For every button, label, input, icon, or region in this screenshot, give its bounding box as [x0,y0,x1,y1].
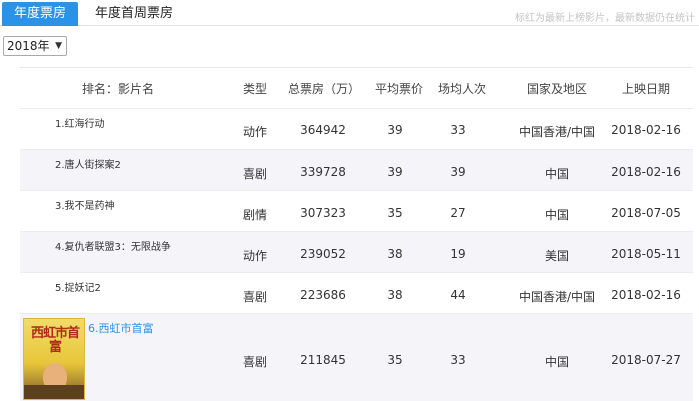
movie-name[interactable]: 2.唐人街探案2 [55,156,121,171]
movie-country: 中国 [544,355,569,369]
movie-release-date: 2018-07-05 [611,206,681,220]
poster-crowd [24,385,84,399]
header-name: 排名：影片名 [81,82,154,96]
tab-bar: 年度票房 年度首周票房 标红为最新上榜影片，最新数据仍在统计 [0,0,699,26]
movie-country: 美国 [544,249,569,263]
header-box-office: 总票房（万） [288,82,361,96]
movie-name[interactable]: 4.复仇者联盟3：无限战争 [55,238,171,253]
table-row[interactable]: 4.复仇者联盟3：无限战争 动作 239052 38 19 美国 2018-05… [20,232,693,273]
movie-box-office: 339728 [300,165,346,179]
movie-country: 中国 [544,167,569,181]
movie-avg-audience: 33 [450,123,466,137]
movie-box-office: 239052 [300,247,346,261]
tab-annual-box-office[interactable]: 年度票房 [2,2,79,26]
movie-box-office: 223686 [300,288,346,302]
table-header: 排名：影片名 类型 总票房（万） 平均票价 场均人次 国家及地区 上映日期 [20,68,693,109]
movie-release-date: 2018-02-16 [611,288,681,302]
movie-avg-price: 39 [387,123,403,137]
movie-type: 动作 [242,125,267,139]
movie-country: 中国香港/中国 [518,290,596,304]
table-row[interactable]: 5.捉妖记2 喜剧 223686 38 44 中国香港/中国 2018-02-1… [20,273,693,314]
movie-poster[interactable]: 西虹市首富 [23,318,85,400]
chevron-down-icon: ▼ [55,41,62,51]
movie-avg-audience: 19 [450,247,466,261]
movie-country: 中国 [544,208,569,222]
movie-name[interactable]: 5.捉妖记2 [55,279,101,294]
movie-avg-audience: 27 [450,206,466,220]
movie-avg-price: 38 [387,288,403,302]
header-avg-audience: 场均人次 [438,82,487,96]
poster-title: 西虹市首富 [30,326,80,355]
movie-name[interactable]: 1.红海行动 [55,115,105,130]
movie-release-date: 2018-02-16 [611,123,681,137]
year-select-value: 2018年 [7,39,50,53]
header-country: 国家及地区 [526,82,587,96]
header-avg-price: 平均票价 [375,82,424,96]
year-select[interactable]: 2018年 ▼ [3,36,67,56]
movie-type: 动作 [242,249,267,263]
movie-avg-audience: 44 [450,288,466,302]
movie-type: 喜剧 [242,355,267,369]
movie-avg-price: 35 [387,206,403,220]
movie-name-link[interactable]: 6.西虹市首富 [88,320,154,336]
movie-type: 喜剧 [242,290,267,304]
movie-avg-audience: 39 [450,165,466,179]
header-type: 类型 [242,82,267,96]
table-row[interactable]: 1.红海行动 动作 364942 39 33 中国香港/中国 2018-02-1… [20,109,693,150]
movie-type: 剧情 [242,208,267,222]
table-row[interactable]: 2.唐人街探案2 喜剧 339728 39 39 中国 2018-02-16 [20,150,693,191]
movie-release-date: 2018-02-16 [611,165,681,179]
movie-release-date: 2018-07-27 [611,353,681,367]
movie-box-office: 364942 [300,123,346,137]
movie-box-office: 307323 [300,206,346,220]
movie-avg-price: 39 [387,165,403,179]
movie-avg-price: 35 [387,353,403,367]
movie-name[interactable]: 3.我不是药神 [55,197,115,212]
table-row[interactable]: 3.我不是药神 剧情 307323 35 27 中国 2018-07-05 [20,191,693,232]
table-row[interactable]: 西虹市首富 6.西虹市首富 喜剧 211845 35 33 中国 2018-07… [20,314,693,401]
movie-type: 喜剧 [242,167,267,181]
movie-release-date: 2018-05-11 [611,247,681,261]
tab-annual-first-week[interactable]: 年度首周票房 [83,2,185,26]
update-notice: 标红为最新上榜影片，最新数据仍在统计 [515,13,695,24]
box-office-table: 排名：影片名 类型 总票房（万） 平均票价 场均人次 国家及地区 上映日期 1.… [20,67,693,401]
movie-avg-audience: 33 [450,353,466,367]
movie-box-office: 211845 [300,353,346,367]
movie-avg-price: 38 [387,247,403,261]
header-release-date: 上映日期 [621,82,670,96]
movie-country: 中国香港/中国 [518,125,596,139]
